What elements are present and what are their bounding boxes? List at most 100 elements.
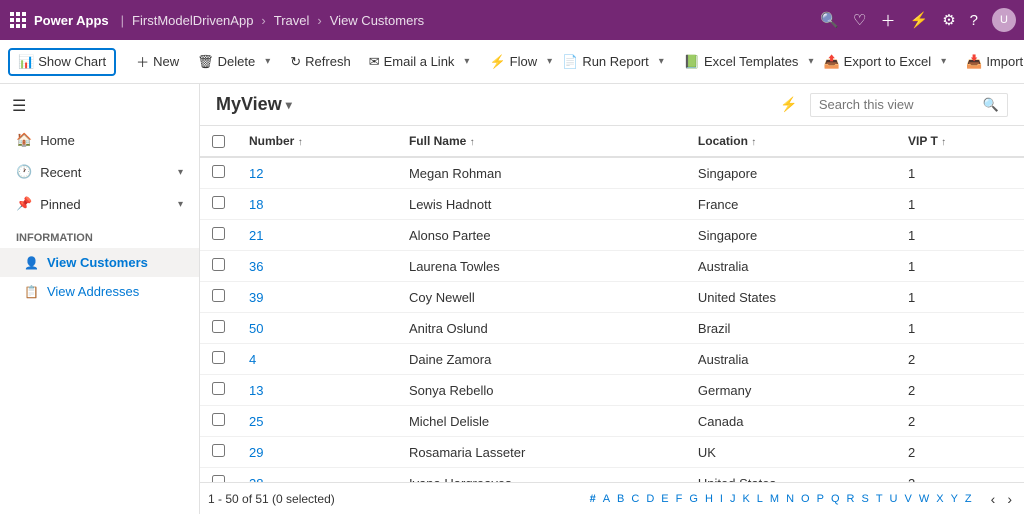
filter-button[interactable]: ⚡	[776, 92, 801, 117]
flow-button[interactable]: ⚡ Flow	[481, 50, 545, 74]
filter-icon[interactable]: ⚡	[910, 11, 929, 29]
alpha-btn-O[interactable]: O	[798, 491, 813, 507]
export-dropdown-arrow[interactable]: ▾	[941, 56, 946, 67]
alpha-btn-T[interactable]: T	[873, 491, 886, 507]
alpha-btn-P[interactable]: P	[814, 491, 827, 507]
row-checkbox-cell[interactable]	[200, 282, 237, 313]
hamburger-menu-button[interactable]: ☰	[0, 88, 199, 124]
alpha-btn-Y[interactable]: Y	[948, 491, 961, 507]
add-icon[interactable]: ＋	[881, 10, 896, 31]
row-number-link[interactable]: 18	[249, 197, 263, 212]
email-dropdown-arrow[interactable]: ▾	[464, 56, 469, 67]
row-checkbox-cell[interactable]	[200, 220, 237, 251]
notification-icon[interactable]: ♡	[853, 11, 866, 29]
show-chart-button[interactable]: 📊 Show Chart	[8, 48, 116, 76]
apps-grid-icon[interactable]	[8, 10, 28, 30]
row-number-link[interactable]: 21	[249, 228, 263, 243]
delete-dropdown-arrow[interactable]: ▾	[265, 56, 270, 67]
excel-templates-button[interactable]: 📗 Excel Templates	[676, 50, 807, 74]
row-checkbox[interactable]	[212, 382, 225, 395]
alpha-btn-N[interactable]: N	[783, 491, 797, 507]
row-number-link[interactable]: 4	[249, 352, 256, 367]
alpha-btn-S[interactable]: S	[858, 491, 871, 507]
alpha-btn-F[interactable]: F	[673, 491, 686, 507]
settings-icon[interactable]: ⚙	[942, 11, 955, 29]
alpha-btn-C[interactable]: C	[628, 491, 642, 507]
row-checkbox-cell[interactable]	[200, 406, 237, 437]
row-number-link[interactable]: 29	[249, 445, 263, 460]
alpha-btn-#[interactable]: #	[587, 491, 599, 507]
row-checkbox[interactable]	[212, 475, 225, 482]
alpha-btn-D[interactable]: D	[643, 491, 657, 507]
alpha-btn-G[interactable]: G	[686, 491, 701, 507]
delete-button[interactable]: 🗑 Delete	[189, 50, 263, 74]
row-checkbox-cell[interactable]	[200, 313, 237, 344]
sidebar-item-view-customers[interactable]: 👤 View Customers	[0, 248, 199, 277]
search-icon[interactable]: 🔍	[820, 11, 839, 29]
user-avatar[interactable]: U	[992, 8, 1016, 32]
column-header-location[interactable]: Location ↑	[686, 126, 896, 157]
column-header-number[interactable]: Number ↑	[237, 126, 397, 157]
alpha-btn-H[interactable]: H	[702, 491, 716, 507]
breadcrumb-view-customers[interactable]: View Customers	[330, 13, 424, 28]
alpha-btn-A[interactable]: A	[600, 491, 613, 507]
row-number-link[interactable]: 50	[249, 321, 263, 336]
row-checkbox[interactable]	[212, 165, 225, 178]
row-checkbox[interactable]	[212, 258, 225, 271]
new-button[interactable]: ＋ New	[128, 48, 187, 75]
prev-page-button[interactable]: ‹	[987, 489, 1000, 509]
row-number-link[interactable]: 39	[249, 290, 263, 305]
alpha-btn-U[interactable]: U	[887, 491, 901, 507]
export-excel-button[interactable]: 📤 Export to Excel	[815, 50, 939, 74]
breadcrumb-travel[interactable]: Travel	[274, 13, 310, 28]
column-header-vip[interactable]: VIP T ↑	[896, 126, 1024, 157]
next-page-button[interactable]: ›	[1003, 489, 1016, 509]
row-checkbox-cell[interactable]	[200, 344, 237, 375]
alpha-btn-R[interactable]: R	[844, 491, 858, 507]
alpha-btn-Q[interactable]: Q	[828, 491, 843, 507]
sidebar-item-recent[interactable]: 🕐 Recent ▾	[0, 156, 199, 188]
row-checkbox[interactable]	[212, 351, 225, 364]
row-checkbox-cell[interactable]	[200, 375, 237, 406]
flow-dropdown-arrow[interactable]: ▾	[547, 56, 552, 67]
alpha-btn-V[interactable]: V	[902, 491, 915, 507]
excel-templates-dropdown[interactable]: ▾	[808, 56, 813, 67]
alpha-btn-E[interactable]: E	[658, 491, 671, 507]
row-checkbox-cell[interactable]	[200, 437, 237, 468]
search-icon[interactable]: 🔍	[983, 97, 999, 113]
row-checkbox-cell[interactable]	[200, 189, 237, 220]
view-title[interactable]: MyView ▾	[216, 94, 292, 115]
row-checkbox[interactable]	[212, 413, 225, 426]
alpha-btn-M[interactable]: M	[767, 491, 782, 507]
alpha-btn-J[interactable]: J	[727, 491, 739, 507]
select-all-checkbox-header[interactable]	[200, 126, 237, 157]
row-checkbox[interactable]	[212, 444, 225, 457]
sidebar-item-home[interactable]: 🏠 Home	[0, 124, 199, 156]
sidebar-item-view-addresses[interactable]: 📋 View Addresses	[0, 277, 199, 306]
row-checkbox-cell[interactable]	[200, 468, 237, 483]
run-report-button[interactable]: 📄 Run Report	[554, 50, 657, 74]
sidebar-item-pinned[interactable]: 📌 Pinned ▾	[0, 188, 199, 220]
run-report-dropdown-arrow[interactable]: ▾	[659, 56, 664, 67]
row-checkbox[interactable]	[212, 320, 225, 333]
search-input[interactable]	[819, 97, 979, 112]
help-icon[interactable]: ?	[970, 12, 978, 29]
refresh-button[interactable]: ↻ Refresh	[282, 50, 358, 74]
column-header-fullname[interactable]: Full Name ↑	[397, 126, 686, 157]
row-number-link[interactable]: 25	[249, 414, 263, 429]
breadcrumb-app[interactable]: FirstModelDrivenApp	[132, 13, 253, 28]
alpha-btn-L[interactable]: L	[754, 491, 766, 507]
row-checkbox-cell[interactable]	[200, 157, 237, 189]
row-number-link[interactable]: 36	[249, 259, 263, 274]
row-checkbox[interactable]	[212, 289, 225, 302]
row-checkbox[interactable]	[212, 196, 225, 209]
row-number-link[interactable]: 12	[249, 166, 263, 181]
select-all-checkbox[interactable]	[212, 135, 225, 148]
row-number-link[interactable]: 13	[249, 383, 263, 398]
alpha-btn-K[interactable]: K	[739, 491, 752, 507]
alpha-btn-B[interactable]: B	[614, 491, 627, 507]
row-checkbox[interactable]	[212, 227, 225, 240]
alpha-btn-Z[interactable]: Z	[962, 491, 975, 507]
alpha-btn-W[interactable]: W	[916, 491, 932, 507]
email-link-button[interactable]: ✉ Email a Link	[361, 50, 463, 74]
